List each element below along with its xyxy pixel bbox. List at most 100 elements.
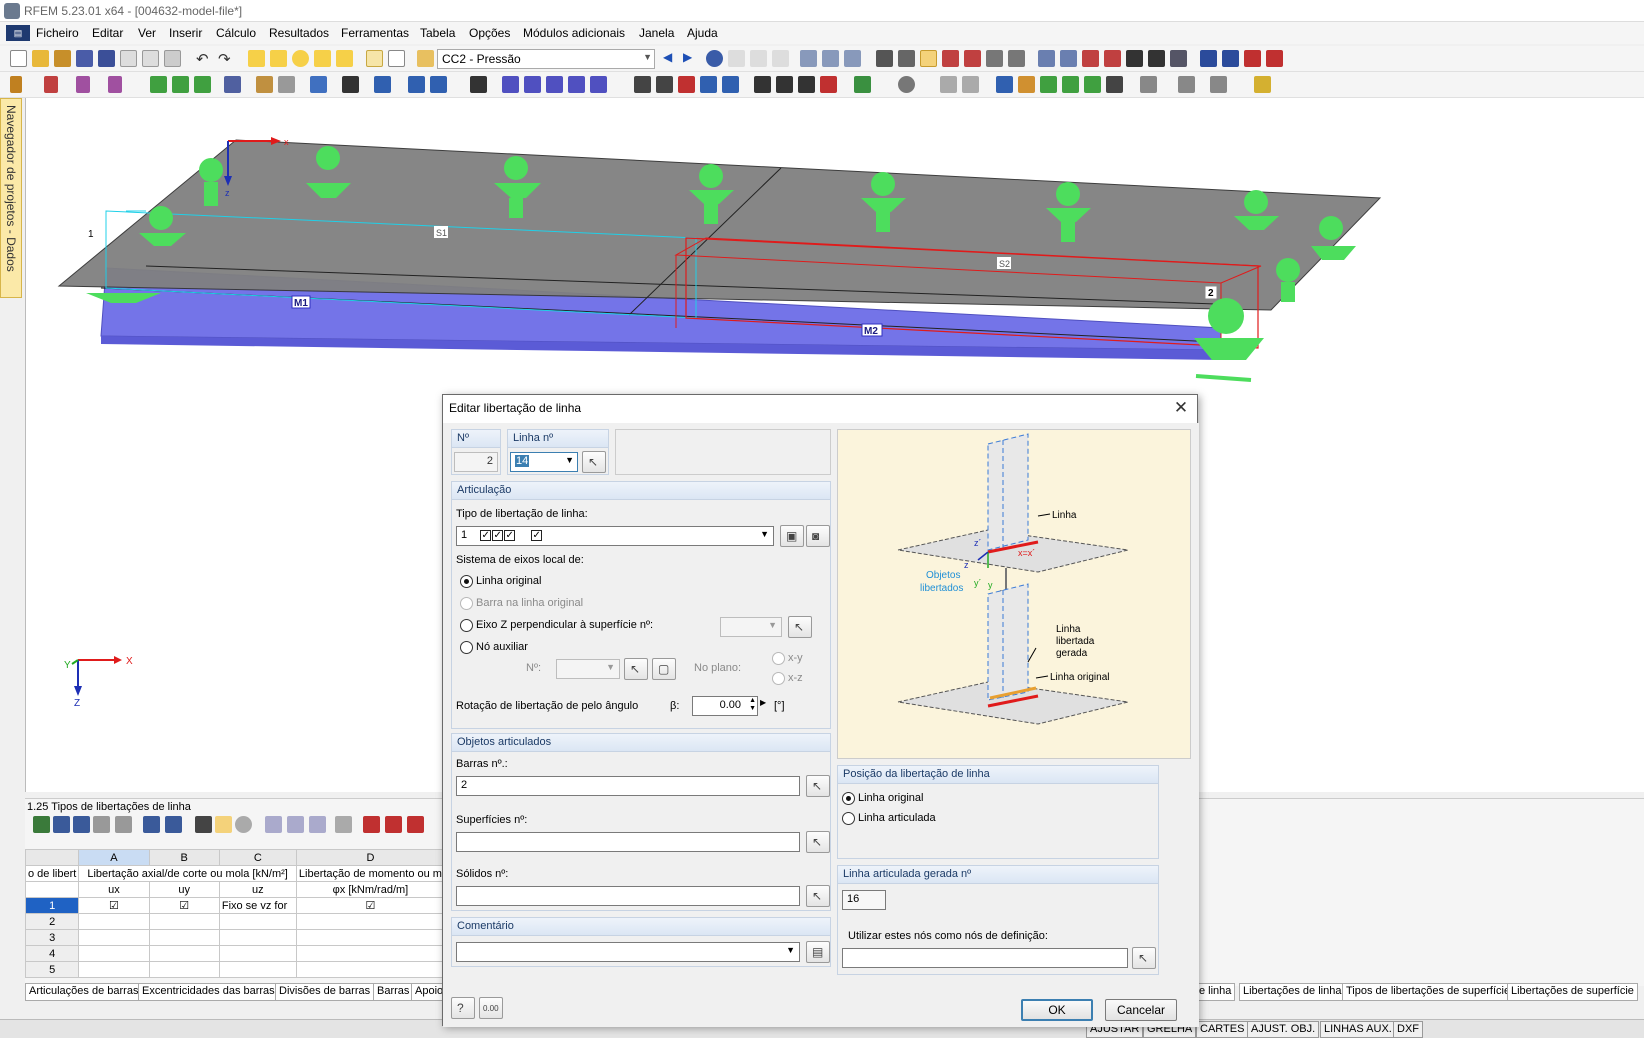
table-cell[interactable]: Fixo se vz for (218, 897, 297, 914)
view-z-icon[interactable] (798, 76, 815, 93)
display-icon[interactable] (854, 76, 871, 93)
box-tool-icon[interactable] (430, 76, 447, 93)
measure2-icon[interactable] (962, 76, 979, 93)
table-cell[interactable] (218, 913, 297, 930)
node-icon[interactable] (1038, 50, 1055, 67)
table2-icon[interactable] (1140, 76, 1157, 93)
comment-library-button[interactable]: ▤ (806, 941, 830, 963)
help-button[interactable]: ? (451, 997, 475, 1019)
print-icon[interactable] (120, 50, 137, 67)
row-number[interactable]: 3 (24, 929, 80, 946)
radio-bar-on-line[interactable] (460, 597, 473, 610)
list-icon[interactable] (1178, 76, 1195, 93)
view-x-icon[interactable] (754, 76, 771, 93)
green2-icon[interactable] (1062, 76, 1079, 93)
grid-icon[interactable] (876, 50, 893, 67)
arrange-icon[interactable] (1106, 76, 1123, 93)
status-guidelines[interactable]: LINHAS AUX. (1320, 1021, 1396, 1038)
col-c-header[interactable]: C (218, 849, 297, 866)
release-type-select[interactable]: 1 ✓ ✓ ✓ ✓ ▼ (456, 526, 774, 546)
check-icon[interactable] (1254, 76, 1271, 93)
previous-icon[interactable]: ◀ (663, 50, 680, 67)
table-cell[interactable] (148, 929, 220, 946)
snap-icon[interactable] (898, 50, 915, 67)
radio-plane-xz[interactable] (772, 672, 785, 685)
objsnap-icon[interactable] (920, 50, 937, 67)
new-type-button[interactable]: ▣ (780, 525, 804, 547)
radio-aux-node[interactable] (460, 641, 473, 654)
row-number[interactable]: 5 (24, 961, 80, 978)
edit-icon[interactable] (248, 50, 265, 67)
tab-member-divisions[interactable]: Divisões de barras (275, 983, 375, 1001)
measure-icon[interactable] (940, 76, 957, 93)
table-view-icon[interactable] (388, 50, 405, 67)
menu-janela[interactable]: Janela (639, 26, 674, 40)
view-3d-icon[interactable] (700, 76, 717, 93)
cut-tool-icon[interactable] (278, 76, 295, 93)
col-d-header[interactable]: D (295, 849, 446, 866)
mesh-icon[interactable] (986, 50, 1003, 67)
pick-surface-button[interactable]: ↖ (788, 616, 812, 638)
surfaces-input[interactable] (456, 832, 800, 852)
col-a-header[interactable]: A (78, 849, 150, 866)
table-cell[interactable]: ☑ (295, 897, 446, 914)
table-cell[interactable] (78, 913, 150, 930)
new-node-button[interactable]: ▢ (652, 658, 676, 680)
view-y-icon[interactable] (776, 76, 793, 93)
open-example-icon[interactable] (54, 50, 71, 67)
spinner-arrow-icon[interactable]: ▶ (760, 698, 766, 707)
view2-icon[interactable] (822, 50, 839, 67)
support-icon[interactable] (942, 50, 959, 67)
triangle-icon[interactable] (1082, 50, 1099, 67)
ok-button[interactable]: OK (1021, 999, 1093, 1021)
table-cell[interactable] (295, 945, 446, 962)
table-cell[interactable] (78, 929, 150, 946)
tab-line-types[interactable]: e linha (1195, 983, 1236, 1001)
zoom-window-icon[interactable] (656, 76, 673, 93)
view3-icon[interactable] (844, 50, 861, 67)
save-icon[interactable] (98, 50, 115, 67)
menu-inserir[interactable]: Inserir (169, 26, 202, 40)
tab-line-releases[interactable]: Libertações de linha (1239, 983, 1346, 1001)
surface-view-icon[interactable] (996, 76, 1013, 93)
polyline-tool-icon[interactable] (108, 76, 122, 93)
frame-tool-icon[interactable] (342, 76, 359, 93)
table-cell[interactable] (295, 913, 446, 930)
table-clear-icon[interactable] (407, 816, 424, 833)
table-cut-icon[interactable] (385, 816, 402, 833)
release-types-table[interactable]: A B C D o de libert Libertação axial/de … (24, 849, 446, 978)
scale-tool-icon[interactable] (568, 76, 585, 93)
report-icon[interactable] (1266, 50, 1283, 67)
results-icon[interactable] (706, 50, 723, 67)
status-objsnap[interactable]: AJUST. OBJ. (1247, 1021, 1320, 1038)
tab-member-hinges[interactable]: Articulações de barras (25, 983, 143, 1001)
table-left-icon[interactable] (143, 816, 160, 833)
table-icon[interactable] (366, 50, 383, 67)
divide-tool-icon[interactable] (590, 76, 607, 93)
close-icon[interactable]: ✕ (1167, 397, 1195, 419)
redo-icon[interactable]: ↷ (218, 50, 235, 68)
menu-resultados[interactable]: Resultados (269, 26, 329, 40)
show-results-icon[interactable] (728, 50, 745, 67)
save-all-icon[interactable] (76, 50, 93, 67)
bars-input[interactable]: 2 (456, 776, 800, 796)
document-menu-icon[interactable]: ▤ (6, 25, 30, 41)
menu-ver[interactable]: Ver (138, 26, 156, 40)
table-cell[interactable] (295, 961, 446, 978)
pick-definition-nodes-button[interactable]: ↖ (1132, 947, 1156, 969)
window-icon[interactable] (336, 50, 353, 67)
menu-tabela[interactable]: Tabela (420, 26, 455, 40)
support2-tool-icon[interactable] (172, 76, 189, 93)
arc-tool-icon[interactable] (76, 76, 90, 93)
cancel-button[interactable]: Cancelar (1105, 999, 1177, 1021)
pick-line-button[interactable]: ↖ (582, 451, 606, 473)
radio-original-line[interactable] (460, 575, 473, 588)
table-cell[interactable] (218, 929, 297, 946)
definition-nodes-input[interactable] (842, 948, 1128, 968)
table-copy-icon[interactable] (93, 816, 110, 833)
table-view2-icon[interactable] (287, 816, 304, 833)
table-undo-icon[interactable] (195, 816, 212, 833)
move-tool-icon[interactable] (470, 76, 487, 93)
view-icon[interactable] (800, 50, 817, 67)
table-cell[interactable]: ☑ (78, 897, 150, 914)
